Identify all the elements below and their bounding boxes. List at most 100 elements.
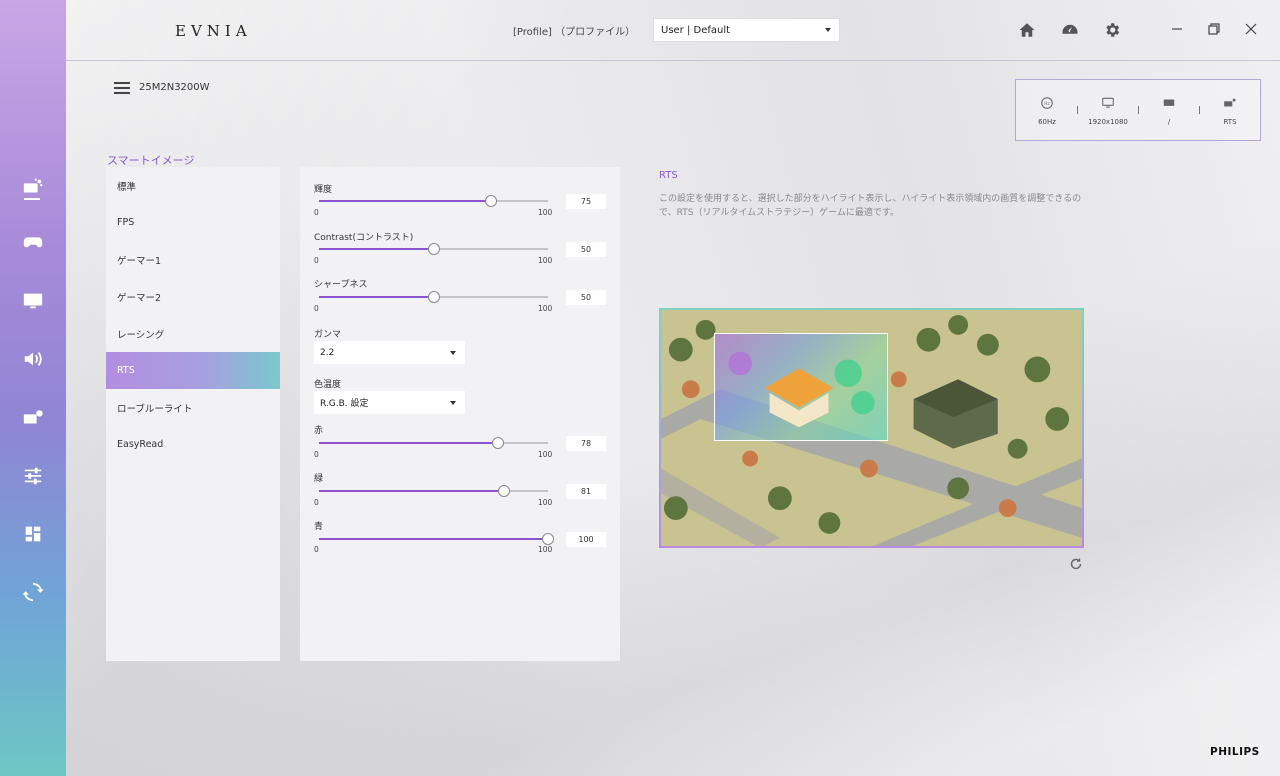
monitor-model: 25M2N3200W (139, 82, 210, 93)
smart-image-list: 標準 FPS ゲーマー1 ゲーマー2 レーシング RTS ローブルーライト Ea… (106, 167, 280, 661)
brightness-slider-fill (319, 200, 491, 202)
detail-description: この設定を使用すると、選択した部分をハイライト表示し、ハイライト表示領域内の画質… (659, 194, 1082, 218)
contrast-slider[interactable] (319, 243, 548, 255)
highlight-region[interactable] (714, 333, 888, 441)
monitor-icon (1102, 97, 1114, 108)
detail-title: RTS (659, 170, 678, 181)
status-separator (1077, 106, 1078, 114)
red-slider[interactable] (319, 437, 548, 449)
settings-panel: 輝度 0 100 75 Contrast(コントラスト) 0 100 50 シャ… (300, 167, 620, 661)
home-icon[interactable] (1017, 20, 1037, 40)
refresh-icon[interactable] (1069, 556, 1083, 570)
gamma-dropdown[interactable]: 2.2 (314, 341, 465, 364)
contrast-value[interactable]: 50 (566, 242, 606, 257)
brightness-slider-thumb[interactable] (484, 195, 497, 207)
svg-text:Hz: Hz (1044, 101, 1049, 106)
restore-icon[interactable] (1207, 22, 1221, 36)
sharpness-max: 100 (538, 304, 553, 313)
smart-image-icon[interactable] (21, 175, 45, 199)
green-value[interactable]: 81 (566, 484, 606, 499)
sharpness-slider-thumb[interactable] (427, 291, 440, 303)
brightness-slider[interactable] (319, 195, 548, 207)
mode-fps[interactable]: FPS (106, 204, 280, 241)
close-icon[interactable] (1244, 22, 1258, 36)
active-indicator (24, 198, 40, 200)
contrast-max: 100 (538, 256, 553, 265)
hamburger-menu-icon[interactable] (114, 82, 130, 94)
green-slider-thumb[interactable] (498, 485, 511, 497)
profile-label: [Profile] （プロファイル） (513, 27, 636, 38)
status-separator (1199, 106, 1200, 114)
contrast-slider-fill (319, 248, 434, 250)
mode-rts[interactable]: RTS (106, 352, 280, 389)
profile-value: User | Default (661, 24, 731, 36)
contrast-slider-thumb[interactable] (427, 243, 440, 255)
red-min: 0 (314, 450, 319, 459)
mode-gamer2[interactable]: ゲーマー2 (106, 278, 280, 315)
brightness-label: 輝度 (314, 185, 333, 195)
sliders-icon[interactable] (21, 464, 45, 488)
green-slider[interactable] (319, 485, 548, 497)
green-max: 100 (538, 498, 553, 507)
color-temp-label: 色温度 (314, 380, 342, 390)
blue-slider[interactable] (319, 533, 554, 545)
minimize-icon[interactable] (1170, 22, 1184, 36)
evnia-logo: EVNIA (175, 22, 252, 40)
status-separator (1138, 106, 1139, 114)
profile-dropdown[interactable]: User | Default (653, 18, 840, 42)
display-settings-icon[interactable] (21, 406, 45, 430)
brightness-max: 100 (538, 208, 553, 217)
brightness-min: 0 (314, 208, 319, 217)
gauge-icon[interactable] (1060, 20, 1080, 40)
preview-image (659, 308, 1084, 548)
mode-status: RTS (1205, 96, 1255, 126)
mode-easyread[interactable]: EasyRead (106, 426, 280, 463)
blue-slider-thumb[interactable] (542, 533, 554, 545)
green-label: 緑 (314, 474, 324, 484)
smart-image-icon (1224, 98, 1236, 107)
sync-icon[interactable] (21, 580, 45, 604)
sharpness-label: シャープネス (314, 280, 368, 290)
red-label: 赤 (314, 426, 324, 436)
input-status: / (1144, 96, 1194, 126)
sharpness-slider-fill (319, 296, 434, 298)
layout-icon[interactable] (21, 522, 45, 546)
red-value[interactable]: 78 (566, 436, 606, 451)
chevron-down-icon (825, 28, 831, 32)
sharpness-value[interactable]: 50 (566, 290, 606, 305)
header-divider (66, 60, 1280, 61)
color-temp-dropdown[interactable]: R.G.B. 設定 (314, 391, 465, 414)
input-source-icon[interactable] (21, 288, 45, 312)
monitor-status-panel: Hz 60Hz 1920x1080 / RTS (1015, 79, 1261, 141)
blue-value[interactable]: 100 (566, 532, 606, 547)
highlight-scene (728, 351, 875, 428)
section-title: スマートイメージ (107, 154, 195, 167)
mode-standard[interactable]: 標準 (106, 167, 280, 204)
gamma-value: 2.2 (320, 347, 335, 358)
brightness-value[interactable]: 75 (566, 194, 606, 209)
green-slider-fill (319, 490, 505, 492)
green-min: 0 (314, 498, 319, 507)
chevron-down-icon (450, 401, 456, 405)
philips-logo: PHILIPS (1210, 746, 1260, 758)
blue-max: 100 (538, 545, 553, 554)
mode-low-blue-light[interactable]: ローブルーライト (106, 389, 280, 426)
resolution-status: 1920x1080 (1083, 96, 1133, 126)
sharpness-min: 0 (314, 304, 319, 313)
refresh-rate-icon: Hz (1041, 97, 1053, 109)
color-temp-value: R.G.B. 設定 (320, 399, 369, 409)
mode-gamer1[interactable]: ゲーマー1 (106, 241, 280, 278)
red-slider-fill (319, 442, 498, 444)
audio-icon[interactable] (21, 347, 45, 371)
blue-slider-fill (319, 538, 548, 540)
red-max: 100 (538, 450, 553, 459)
mode-racing[interactable]: レーシング (106, 315, 280, 352)
sidebar (0, 0, 66, 776)
blue-min: 0 (314, 545, 319, 554)
sharpness-slider[interactable] (319, 291, 548, 303)
gamepad-icon[interactable] (21, 230, 45, 254)
red-slider-thumb[interactable] (491, 437, 504, 449)
gear-icon[interactable] (1102, 20, 1122, 40)
gamma-label: ガンマ (314, 330, 342, 340)
chevron-down-icon (450, 351, 456, 355)
